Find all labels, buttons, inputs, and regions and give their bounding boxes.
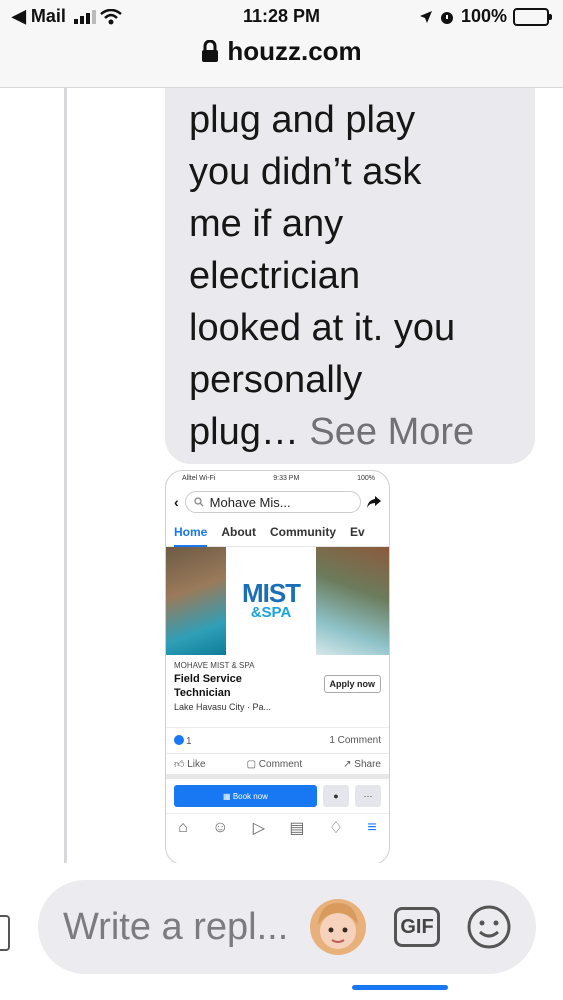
like-label: Like [187,759,206,770]
screenshot-nav-bar: ‹ Mohave Mis... [166,487,389,517]
share-icon: ↗ [343,758,355,770]
address-bar[interactable]: houzz.com [0,36,563,67]
url-text: houzz.com [227,36,362,66]
battery-charging-icon [513,7,552,26]
reply-placeholder: Write a repl... [63,906,289,948]
call-to-action-row: ▦ Book now ● ··· [166,779,389,813]
comment-bubble: plug and play you didn’t ask me if any e… [165,88,535,464]
more-options-icon: ··· [355,785,381,807]
comment-body: plug and play you didn’t ask me if any e… [189,99,456,453]
browser-top-bar: ◀ Mail 11:28 PM 100% houzz.com [0,0,563,88]
lock-icon [202,40,219,62]
messenger-icon: ● [323,785,349,807]
friends-icon: ☺ [212,818,229,836]
job-location: Lake Havasu City · Pa... [174,702,272,712]
screenshot-battery: 100% [357,475,375,482]
emoji-icon[interactable] [466,904,512,950]
status-bar: ◀ Mail 11:28 PM 100% [0,6,563,32]
comment-count: 1 Comment [329,735,381,746]
camera-icon[interactable] [0,915,10,951]
screenshot-search-text: Mohave Mis... [209,494,291,510]
tab-events: Ev [350,524,365,539]
tab-home: Home [174,524,208,547]
book-now-label: Book now [232,791,268,801]
logo-text-mist: MIST [241,578,301,608]
reaction-counts: 1 1 Comment [166,727,389,753]
reply-thread-line [64,88,67,863]
share-arrow-icon [367,496,381,508]
share-label: Share [354,758,381,770]
job-company: MOHAVE MIST & SPA [174,661,255,670]
like-reaction-icon [174,734,184,745]
book-now-button: ▦ Book now [174,785,317,807]
home-icon: ⌂ [178,818,188,836]
thumbs-up-icon: 👍︎ [174,759,188,770]
see-more-link[interactable]: See More [309,411,474,453]
cover-photo: MIST &SPA [166,547,389,655]
watch-icon: ▷ [252,819,266,837]
tab-community: Community [270,524,336,539]
alarm-icon [440,11,453,24]
reaction-count: 1 [186,735,192,747]
screenshot-status-bar: Alltel Wi-Fi 9:33 PM 100% [166,471,389,487]
screenshot-search-field: Mohave Mis... [184,491,361,513]
bell-icon: ♢ [328,819,344,837]
battery-percent: 100% [460,6,507,26]
comment-text: plug and play you didn’t ask me if any e… [189,94,535,458]
comment-label: Comment [258,758,303,770]
comment-icon: ▢ [246,758,259,770]
location-arrow-icon [419,10,432,23]
tab-about: About [221,524,256,539]
avatar-sticker-icon[interactable] [308,897,368,957]
back-chevron-icon: ‹ [174,494,179,510]
marketplace-icon: ▤ [289,819,305,837]
menu-icon: ≡ [367,818,377,836]
screenshot-tabs: Home About Community Ev [166,517,389,547]
gif-button[interactable]: GIF [394,907,440,947]
screenshot-time: 9:33 PM [273,475,300,482]
pool-photo [166,547,226,655]
post-actions: 👍︎ Like ▢ Comment ↗ Share [166,753,389,779]
apply-now-button: Apply now [323,675,381,693]
calendar-icon: ▦ [223,791,233,801]
reply-input[interactable]: Write a repl... GIF [38,880,536,974]
attached-screenshot[interactable]: Alltel Wi-Fi 9:33 PM 100% ‹ Mohave Mis..… [165,470,390,865]
logo-text-spa: &SPA [250,604,292,621]
screenshot-bottom-nav: ⌂ ☺ ▷ ▤ ♢ ≡ [166,813,389,841]
active-tab-indicator [352,985,448,990]
job-title: Field Service Technician [174,673,242,699]
company-logo: MIST &SPA [226,547,316,655]
job-listing: MOHAVE MIST & SPA Field Service Technici… [166,655,389,727]
search-icon [194,497,204,507]
hot-spring-photo [316,547,389,655]
screenshot-carrier: Alltel Wi-Fi [182,475,216,482]
